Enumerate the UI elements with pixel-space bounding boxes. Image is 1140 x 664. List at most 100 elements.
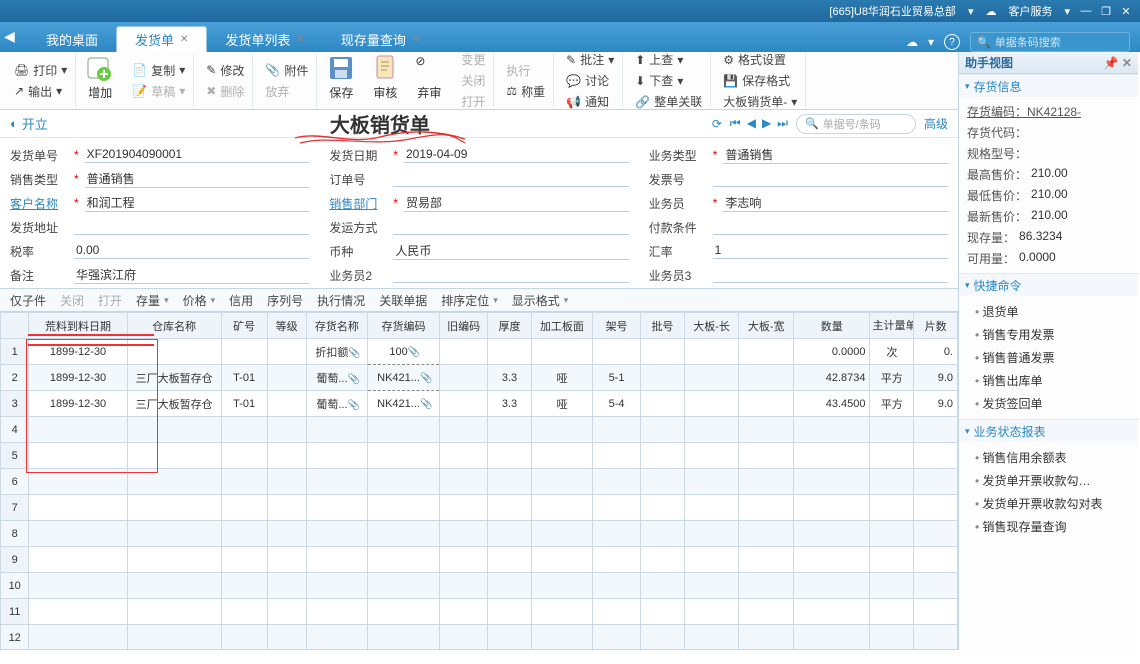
table-row[interactable]: 4	[1, 417, 958, 443]
format-button[interactable]: ⚙格式设置	[721, 50, 799, 69]
close-grid[interactable]: 关闭	[60, 292, 84, 309]
quickcmd-item[interactable]: 退货单	[975, 300, 1130, 323]
col-warehouse[interactable]: 仓库名称	[127, 313, 221, 339]
copy-button[interactable]: 📄复制 ▾	[130, 61, 187, 80]
billno-field[interactable]: XF201904090001	[85, 147, 310, 163]
saletype-field[interactable]: 普通销售	[85, 170, 310, 188]
col-rownum[interactable]	[1, 313, 29, 339]
advanced-link[interactable]: 高级	[924, 115, 948, 132]
help-icon[interactable]: ?	[944, 34, 960, 50]
table-row[interactable]: 2 1899-12-30三厂大板暂存仓T-01 葡萄...📎 NK421...📎…	[1, 365, 958, 391]
table-row[interactable]: 5	[1, 443, 958, 469]
discuss-button[interactable]: 💬讨论	[564, 71, 616, 90]
related-btn[interactable]: 关联单据	[379, 292, 427, 309]
stock-menu[interactable]: 存量	[136, 292, 169, 309]
shipmode-field[interactable]	[393, 219, 628, 235]
customer-field[interactable]: 和润工程	[85, 194, 310, 212]
service-label[interactable]: 客户服务	[1004, 3, 1056, 19]
credit-btn[interactable]: 信用	[229, 292, 253, 309]
topq-button[interactable]: ⬆上查 ▾	[633, 50, 704, 69]
customer-label[interactable]: 客户名称	[10, 195, 68, 212]
data-grid[interactable]: 荒料到料日期 仓库名称 矿号 等级 存货名称 存货编码 旧编码 厚度 加工板面 …	[0, 312, 958, 650]
section-stockinfo[interactable]: 存货信息	[959, 75, 1138, 97]
col-surface[interactable]: 加工板面	[531, 313, 592, 339]
weigh-button[interactable]: ⚖称重	[504, 82, 547, 101]
only-sub[interactable]: 仅子件	[10, 292, 46, 309]
col-oldcode[interactable]: 旧编码	[440, 313, 488, 339]
attach-button[interactable]: 📎附件	[263, 61, 310, 80]
table-row[interactable]: 9	[1, 547, 958, 573]
table-row[interactable]: 11	[1, 599, 958, 625]
nav-back-icon[interactable]: ◀	[4, 28, 15, 45]
dropdown-icon[interactable]: ▾	[928, 35, 934, 49]
dept-label[interactable]: 销售部门	[329, 195, 387, 212]
template-select[interactable]: 大板销货单- ▾	[721, 92, 799, 111]
taxrate-field[interactable]: 0.00	[74, 243, 309, 259]
service-dropdown-icon[interactable]: ▾	[1060, 5, 1074, 18]
section-bizreport[interactable]: 业务状态报表	[959, 420, 1138, 442]
col-shelf[interactable]: 架号	[593, 313, 641, 339]
bizreport-item[interactable]: 发货单开票收款勾对表	[975, 492, 1130, 515]
col-wid[interactable]: 大板-宽	[739, 313, 794, 339]
quickcmd-item[interactable]: 销售普通发票	[975, 346, 1130, 369]
sales2-field[interactable]	[393, 267, 628, 283]
table-row[interactable]: 7	[1, 495, 958, 521]
table-row[interactable]: 8	[1, 521, 958, 547]
col-qty[interactable]: 数量	[794, 313, 870, 339]
window-minimize[interactable]: —	[1078, 5, 1094, 17]
nav-first[interactable]: ⏮	[730, 116, 741, 131]
saveformat-button[interactable]: 💾保存格式	[721, 71, 799, 90]
sort-menu[interactable]: 排序定位	[441, 292, 498, 309]
billdate-field[interactable]: 2019-04-09	[404, 147, 629, 163]
approve-button[interactable]: ✎批注 ▾	[564, 50, 616, 69]
invcode-link[interactable]: 存货编码：NK42128-	[967, 103, 1081, 120]
nav-last[interactable]: ⏭	[777, 116, 788, 131]
biztype-field[interactable]: 普通销售	[723, 146, 948, 164]
col-invcode[interactable]: 存货编码	[368, 313, 440, 339]
tab-stock-query[interactable]: 现存量查询✕	[323, 26, 438, 52]
pin-icon[interactable]: 📌 ✕	[1104, 56, 1132, 70]
quickcmd-item[interactable]: 销售专用发票	[975, 323, 1130, 346]
audit-button[interactable]: 审核	[365, 54, 405, 107]
table-row[interactable]: 3 1899-12-30三厂大板暂存仓T-01 葡萄...📎 NK421...📎…	[1, 391, 958, 417]
col-unit[interactable]: 主计量单位	[870, 313, 914, 339]
payterm-field[interactable]	[713, 219, 948, 235]
quickcmd-item[interactable]: 销售出库单	[975, 369, 1130, 392]
col-thick[interactable]: 厚度	[488, 313, 532, 339]
table-row[interactable]: 6	[1, 469, 958, 495]
shipaddr-field[interactable]	[74, 219, 309, 235]
serial-btn[interactable]: 序列号	[267, 292, 303, 309]
window-close[interactable]: ✕	[1118, 5, 1134, 18]
col-mine[interactable]: 矿号	[221, 313, 267, 339]
price-menu[interactable]: 价格	[183, 292, 216, 309]
dept-field[interactable]: 贸易部	[404, 194, 629, 212]
remark-field[interactable]: 华强滨江府	[74, 266, 309, 284]
orderno-field[interactable]	[393, 171, 628, 187]
output-button[interactable]: ↗输出 ▾	[12, 82, 69, 101]
window-restore[interactable]: ❐	[1098, 5, 1114, 18]
draft-button[interactable]: 📝草稿 ▾	[130, 82, 187, 101]
bizreport-item[interactable]: 销售信用余额表	[975, 446, 1130, 469]
col-amt[interactable]: 片数	[914, 313, 958, 339]
salesman-field[interactable]: 李志响	[723, 194, 948, 212]
nav-prev[interactable]: ◀	[747, 116, 756, 131]
section-quickcmd[interactable]: 快捷命令	[959, 274, 1138, 296]
tab-shipment[interactable]: 发货单✕	[116, 26, 207, 52]
close-icon[interactable]: ✕	[296, 34, 304, 45]
print-button[interactable]: 🖨打印 ▾	[12, 61, 69, 80]
company-dropdown-icon[interactable]: ▾	[964, 5, 978, 18]
barcode-search[interactable]: 🔍单据条码搜索	[970, 32, 1130, 52]
botq-button[interactable]: ⬇下查 ▾	[633, 71, 704, 90]
col-rawdate[interactable]: 荒料到料日期	[29, 313, 127, 339]
kai-status[interactable]: ◐开立	[10, 114, 48, 133]
exec-btn[interactable]: 执行情况	[317, 292, 365, 309]
service-icon[interactable]: ☁	[981, 5, 1000, 18]
bizreport-item[interactable]: 销售现存量查询	[975, 515, 1130, 538]
col-batch[interactable]: 批号	[641, 313, 685, 339]
close-icon[interactable]: ✕	[180, 34, 188, 45]
add-button[interactable]: 增加	[80, 54, 120, 107]
refresh-icon[interactable]: ⟳	[712, 117, 722, 131]
close-icon[interactable]: ✕	[412, 34, 420, 45]
open-grid[interactable]: 打开	[98, 292, 122, 309]
sales3-field[interactable]	[713, 267, 948, 283]
